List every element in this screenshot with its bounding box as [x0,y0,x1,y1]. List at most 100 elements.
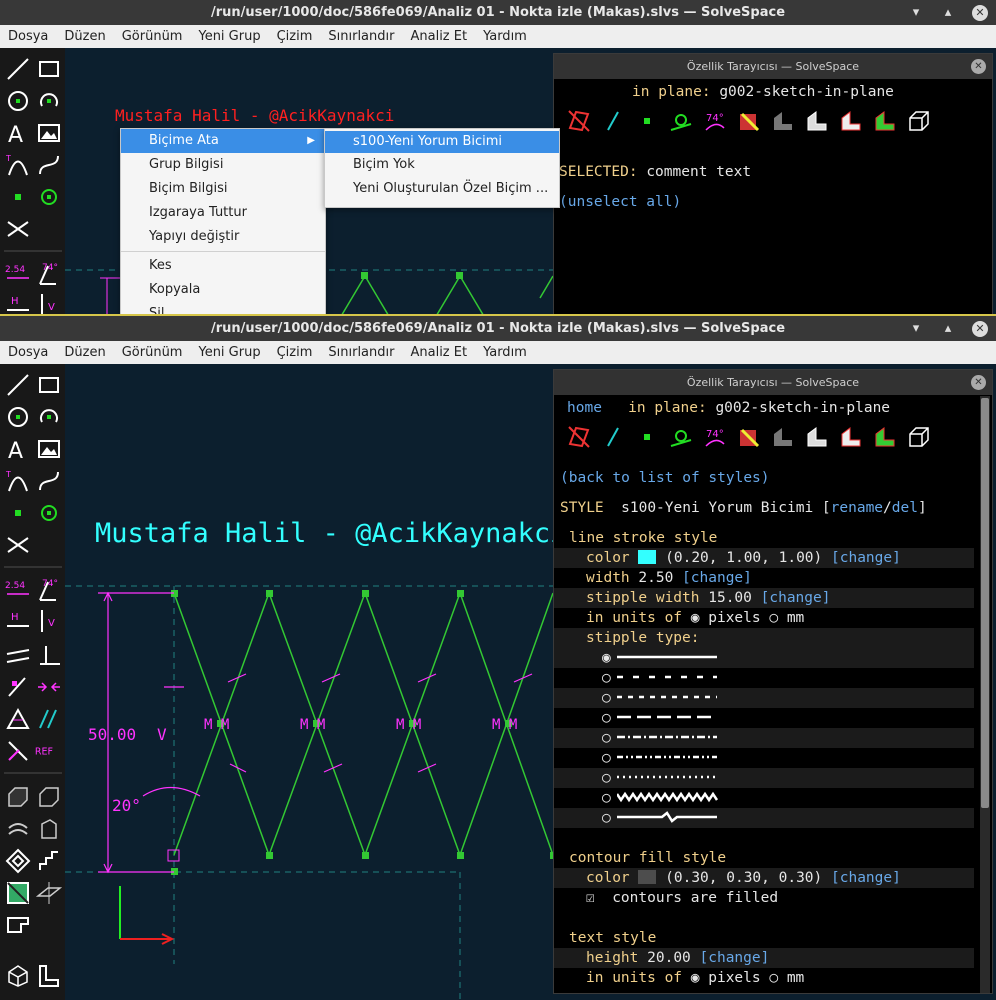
line-tool-icon[interactable] [5,372,31,398]
revolve-icon[interactable] [36,816,62,842]
menu-file[interactable]: Dosya [8,345,48,360]
menu-item-toggle-construction[interactable]: Yapıyı değiştir [121,225,325,249]
arc-tool-icon[interactable] [36,88,62,114]
bounding-box-icon[interactable] [904,106,934,136]
radio-icon[interactable]: ○ [602,710,611,726]
workplane-toggle-icon[interactable] [564,422,594,452]
step-translate-icon[interactable] [5,784,31,810]
dimensions-toggle-icon[interactable]: 74° [700,106,730,136]
radio-icon[interactable]: ○ [602,670,611,686]
stipple-option[interactable]: ○ [554,728,974,748]
faces-toggle-icon[interactable] [734,106,764,136]
scrollbar-thumb[interactable] [981,398,989,808]
menu-item-cut[interactable]: Kes [121,254,325,278]
property-browser-close-icon[interactable]: ✕ [971,375,986,390]
lathe-icon[interactable] [5,848,31,874]
stipple-option[interactable]: ○ [554,708,974,728]
menu-constrain[interactable]: Sınırlandır [328,345,394,360]
stipple-option[interactable]: ○ [554,748,974,768]
change-stipple-width-link[interactable]: [change] [761,590,831,606]
tangent-arc-icon[interactable]: T [5,468,31,494]
perpendicular-constraint-icon[interactable] [36,642,62,668]
dimensions-toggle-icon[interactable]: 74° [700,422,730,452]
radio-icon[interactable]: ○ [602,790,611,806]
step-rotate-icon[interactable] [36,784,62,810]
rename-link[interactable]: rename [831,500,883,516]
property-browser-close-icon[interactable]: ✕ [971,59,986,74]
menu-help[interactable]: Yardım [483,29,527,44]
menu-item-assign-style[interactable]: Biçime Ata ▶ [121,129,325,153]
maximize-button[interactable]: ▴ [940,321,956,337]
submenu-item-s100[interactable]: s100-Yeni Yorum Bicimi [325,131,559,153]
vertical-constraint-icon[interactable]: V [36,608,62,634]
length-dimension-label[interactable]: 50.00 [88,725,136,744]
menu-item-group-info[interactable]: Grup Bilgisi [121,153,325,177]
sketch-canvas[interactable]: Mustafa Halil - @AcikKaynakci 50.00 V 20… [0,364,996,1000]
constraints-toggle-icon[interactable] [666,106,696,136]
import-icon[interactable] [5,912,31,938]
stipple-option[interactable]: ○ [554,668,974,688]
close-button[interactable]: ✕ [972,320,988,337]
menu-analyze[interactable]: Analiz Et [410,345,467,360]
image-tool-icon[interactable] [36,120,62,146]
vertical-constraint-label[interactable]: V [157,725,167,744]
bounding-box-icon[interactable] [904,422,934,452]
change-fill-color-link[interactable]: [change] [831,870,901,886]
bezier-tool-icon[interactable] [36,468,62,494]
angle-constraint-icon[interactable]: 74° [36,260,62,286]
text-tool-icon[interactable]: A [5,120,31,148]
text-pixels-radio[interactable]: ◉ pixels [691,970,761,986]
trim-tool-icon[interactable] [5,532,31,558]
mm-radio[interactable]: ○ mm [769,610,804,626]
parallel-constraint-icon[interactable] [5,642,31,668]
shaded-solid-icon[interactable] [768,106,798,136]
radio-selected-icon[interactable]: ◉ [602,650,611,666]
change-text-height-link[interactable]: [change] [700,950,770,966]
tangent-arc-icon[interactable]: T [5,152,31,178]
radio-icon[interactable]: ○ [602,730,611,746]
home-link[interactable]: home [567,400,602,416]
points-toggle-icon[interactable] [632,422,662,452]
sketch-canvas[interactable]: Mustafa Halil - @AcikKaynakci A T 2.54 7… [0,48,996,316]
radio-icon[interactable]: ○ [602,770,611,786]
menu-item-delete[interactable]: Sil [121,302,325,316]
radio-icon[interactable]: ○ [602,810,611,826]
mesh-icon[interactable] [870,422,900,452]
equal-length-constraint-icon[interactable] [5,706,31,732]
other-constraint-icon[interactable] [5,738,31,764]
solid-view-icon[interactable] [5,962,31,988]
angle-dimension-label[interactable]: 20° [112,796,141,815]
radio-icon[interactable]: ○ [602,690,611,706]
stipple-option[interactable]: ○ [554,788,974,808]
symmetric-constraint-icon[interactable] [36,674,62,700]
point-tool-icon[interactable] [5,184,31,210]
stipple-option[interactable]: ○ [554,688,974,708]
vertical-constraint-icon[interactable]: V [36,292,62,316]
hidden-lines-icon[interactable] [836,106,866,136]
change-stroke-color-link[interactable]: [change] [831,550,901,566]
workplane-icon[interactable] [5,880,31,906]
text-mm-radio[interactable]: ○ mm [769,970,804,986]
trim-tool-icon[interactable] [5,216,31,242]
on-point-constraint-icon[interactable] [5,674,31,700]
pixels-radio[interactable]: ◉ pixels [691,610,761,626]
sketch-view-icon[interactable] [36,962,62,988]
text-tool-icon[interactable]: A [5,436,31,464]
outline-solid-icon[interactable] [802,106,832,136]
normals-toggle-icon[interactable] [598,422,628,452]
stipple-option[interactable]: ○ [554,808,974,828]
outline-solid-icon[interactable] [802,422,832,452]
menu-analyze[interactable]: Analiz Et [410,29,467,44]
menu-new-group[interactable]: Yeni Grup [198,345,260,360]
distance-constraint-icon[interactable]: 2.54 [5,576,31,602]
radio-icon[interactable]: ○ [602,750,611,766]
faces-toggle-icon[interactable] [734,422,764,452]
back-to-styles-link[interactable]: (back to list of styles) [560,468,770,488]
minimize-button[interactable]: ▾ [908,5,924,21]
same-orientation-icon[interactable] [36,706,62,732]
comment-text[interactable]: Mustafa Halil - @AcikKaynakci [95,518,566,549]
stipple-option[interactable]: ◉ [554,648,974,668]
horizontal-constraint-icon[interactable]: H [5,608,31,634]
submenu-item-new-custom-style[interactable]: Yeni Oluşturulan Özel Biçim ... [325,177,559,201]
reference-toggle-icon[interactable]: REF [34,738,60,764]
